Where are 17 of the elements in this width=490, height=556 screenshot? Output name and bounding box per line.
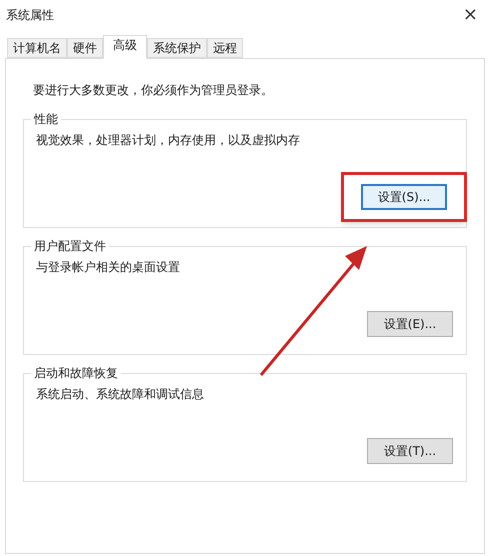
tab[interactable]: 系统保护 bbox=[147, 38, 207, 58]
tab[interactable]: 计算机名 bbox=[7, 38, 67, 58]
settings-button[interactable]: 设置(E)... bbox=[367, 311, 453, 337]
tab[interactable]: 高级 bbox=[103, 35, 147, 59]
tab[interactable]: 硬件 bbox=[67, 38, 103, 58]
close-button[interactable]: × bbox=[458, 6, 482, 24]
group-title: 性能 bbox=[31, 111, 61, 127]
group-description: 视觉效果，处理器计划，内存使用，以及虚拟内存 bbox=[36, 132, 301, 149]
group-title: 启动和故障恢复 bbox=[31, 365, 121, 381]
window-title: 系统属性 bbox=[6, 7, 54, 24]
tab[interactable]: 远程 bbox=[207, 38, 243, 58]
group-description: 与登录帐户相关的桌面设置 bbox=[36, 259, 181, 276]
settings-button[interactable]: 设置(T)... bbox=[367, 438, 453, 464]
settings-button[interactable]: 设置(S)... bbox=[361, 184, 447, 210]
notice-text: 要进行大多数更改，你必须作为管理员登录。 bbox=[33, 82, 274, 99]
group-title: 用户配置文件 bbox=[31, 238, 109, 254]
group-description: 系统启动、系统故障和调试信息 bbox=[36, 386, 205, 403]
